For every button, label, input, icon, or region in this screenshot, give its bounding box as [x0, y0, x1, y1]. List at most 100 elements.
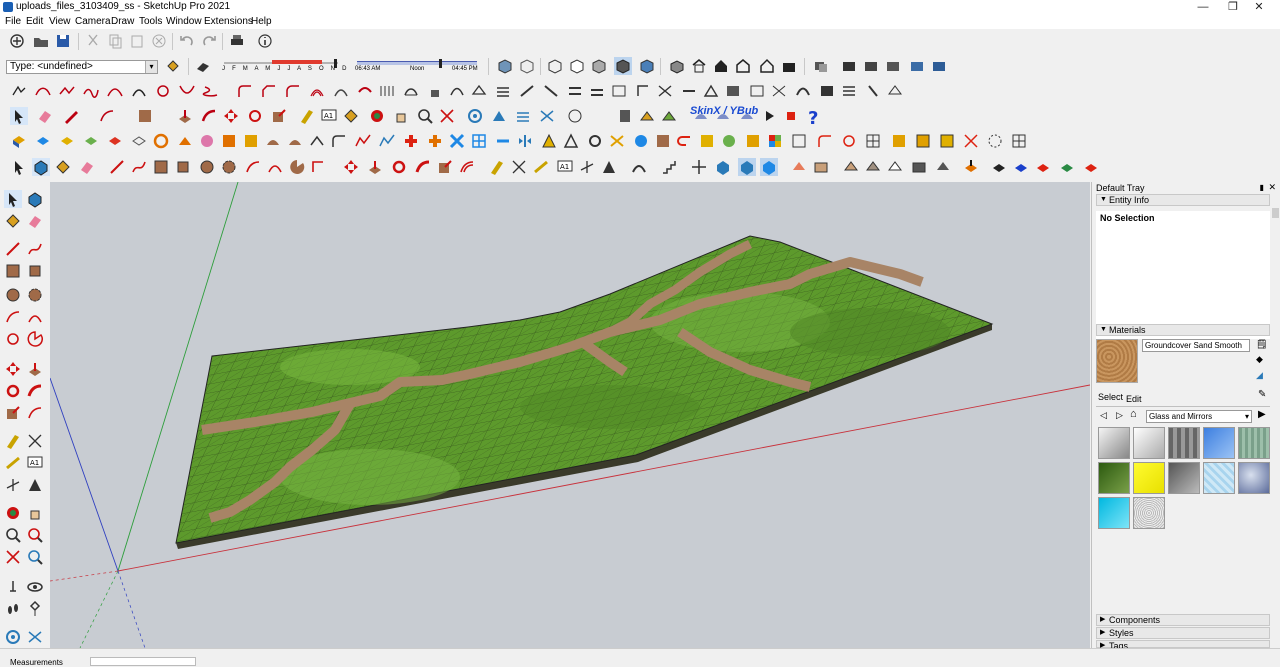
extrude-along-icon[interactable]: [518, 82, 536, 100]
tile-grid-orange-icon[interactable]: [914, 132, 932, 150]
lt-sandbox-contours-icon[interactable]: [4, 628, 22, 646]
menu-extensions[interactable]: Extensions: [204, 16, 253, 27]
menu-draw[interactable]: Draw: [111, 16, 134, 27]
pencil-icon[interactable]: [62, 107, 80, 125]
line-tool-icon[interactable]: [108, 158, 126, 176]
spiral-icon[interactable]: [840, 132, 858, 150]
front-view-icon[interactable]: [712, 57, 730, 75]
morph-icon[interactable]: [794, 82, 812, 100]
drape-tool-icon[interactable]: [886, 158, 904, 176]
swatch-glass-cyan[interactable]: [1098, 497, 1130, 529]
push-pull-tool-icon[interactable]: [176, 107, 194, 125]
helix-spring-icon[interactable]: [608, 132, 626, 150]
rotate-icon[interactable]: [390, 158, 408, 176]
delete-cross-icon[interactable]: [962, 132, 980, 150]
warp-icon[interactable]: [770, 82, 788, 100]
mirror-icon[interactable]: [516, 132, 534, 150]
left-view-icon[interactable]: [780, 57, 798, 75]
polyline-icon[interactable]: [58, 82, 76, 100]
section-display-icon[interactable]: [840, 57, 858, 75]
play-icon[interactable]: [760, 107, 778, 125]
back-view-icon[interactable]: [758, 57, 776, 75]
help-question-icon[interactable]: ?: [806, 107, 824, 125]
grid-array-icon[interactable]: [470, 132, 488, 150]
menu-tools[interactable]: Tools: [139, 16, 162, 27]
solid-intersect-icon[interactable]: [34, 132, 52, 150]
bezier-spline-icon[interactable]: [354, 132, 372, 150]
chevron-down-icon[interactable]: ▾: [1245, 411, 1249, 422]
tray-close-icon[interactable]: ✕: [1268, 182, 1276, 193]
flip-edge-icon[interactable]: [660, 107, 678, 125]
lt-previous-view-icon[interactable]: [26, 548, 44, 566]
paint-tool-icon[interactable]: [342, 107, 360, 125]
section-cut-icon[interactable]: [862, 57, 880, 75]
push-pull-block-icon[interactable]: [366, 158, 384, 176]
lt-select-icon[interactable]: [4, 190, 22, 208]
wireframe-icon[interactable]: [546, 57, 564, 75]
radial-bend-icon[interactable]: [634, 82, 652, 100]
lt-freehand-icon[interactable]: [26, 240, 44, 258]
fillet-icon[interactable]: [236, 82, 254, 100]
undo-push-pull-icon[interactable]: [242, 132, 260, 150]
material-library-select[interactable]: Glass and Mirrors ▾: [1146, 410, 1252, 423]
tube-icon[interactable]: [494, 82, 512, 100]
menu-edit[interactable]: Edit: [26, 16, 43, 27]
view-top-colored-icon[interactable]: [990, 158, 1008, 176]
move-arrows-icon[interactable]: [342, 158, 360, 176]
pyramid-icon[interactable]: [540, 132, 558, 150]
arc-icon[interactable]: [130, 82, 148, 100]
sample-paint-icon[interactable]: ◆: [1256, 354, 1263, 365]
return-arrow-icon[interactable]: [676, 132, 694, 150]
curve-icon[interactable]: [106, 82, 124, 100]
solid-trim-icon[interactable]: [106, 132, 124, 150]
multi-copy-icon[interactable]: [448, 132, 466, 150]
lt-position-camera-icon[interactable]: [4, 578, 22, 596]
sandbox-from-contours-icon[interactable]: [790, 158, 808, 176]
scale-tool-icon[interactable]: [270, 107, 288, 125]
view-front-colored-icon[interactable]: [1012, 158, 1030, 176]
shaded-icon[interactable]: [590, 57, 608, 75]
rectangle-tool-icon[interactable]: [136, 107, 154, 125]
lt-pan-icon[interactable]: [26, 504, 44, 522]
vector-push-pull-icon[interactable]: [198, 132, 216, 150]
menu-camera[interactable]: Camera: [75, 16, 111, 27]
curve-smooth-icon[interactable]: [630, 158, 648, 176]
curviloft-icon[interactable]: [402, 82, 420, 100]
swatch-glass-grid[interactable]: [1168, 427, 1200, 459]
default-material-icon[interactable]: ◢: [1256, 370, 1263, 381]
protractor-icon[interactable]: [532, 158, 550, 176]
fredo-scale-icon[interactable]: [610, 82, 628, 100]
add-detail-tool-icon[interactable]: [910, 158, 928, 176]
lt-pie-icon[interactable]: [26, 330, 44, 348]
open-folder-icon[interactable]: [32, 32, 50, 50]
lt-eraser-icon[interactable]: [26, 212, 44, 230]
chevron-down-icon[interactable]: ▾: [145, 61, 157, 73]
add-detail-icon[interactable]: [638, 107, 656, 125]
follow-me-tool-icon[interactable]: [414, 158, 432, 176]
cone-icon[interactable]: [562, 132, 580, 150]
connect-icon[interactable]: [698, 132, 716, 150]
follow-me-icon[interactable]: [200, 107, 218, 125]
lines-array-icon[interactable]: [378, 82, 396, 100]
lt-component-icon[interactable]: [26, 190, 44, 208]
view-iso-colored-icon[interactable]: [962, 158, 980, 176]
copy-icon[interactable]: [106, 32, 124, 50]
make-component-icon[interactable]: [32, 158, 50, 176]
eraser-tool-icon[interactable]: [78, 158, 96, 176]
materials-tab-select[interactable]: Select: [1098, 392, 1123, 402]
home-icon[interactable]: ⌂: [1130, 408, 1137, 420]
undo-icon[interactable]: [178, 32, 196, 50]
swatch-glass-clear[interactable]: [1133, 427, 1165, 459]
move-tool-icon[interactable]: [222, 107, 240, 125]
view-left-colored-icon[interactable]: [1082, 158, 1100, 176]
lt-arc-3-icon[interactable]: [4, 330, 22, 348]
text-label-icon[interactable]: A1: [556, 158, 574, 176]
stop-icon[interactable]: [782, 107, 800, 125]
axes-icon[interactable]: [578, 158, 596, 176]
tape-measure-icon[interactable]: [298, 107, 316, 125]
taper-icon[interactable]: [702, 82, 720, 100]
model-info-icon[interactable]: [256, 32, 274, 50]
top-view-icon[interactable]: [690, 57, 708, 75]
grid-points-icon[interactable]: [864, 132, 882, 150]
planar-icon[interactable]: [748, 82, 766, 100]
